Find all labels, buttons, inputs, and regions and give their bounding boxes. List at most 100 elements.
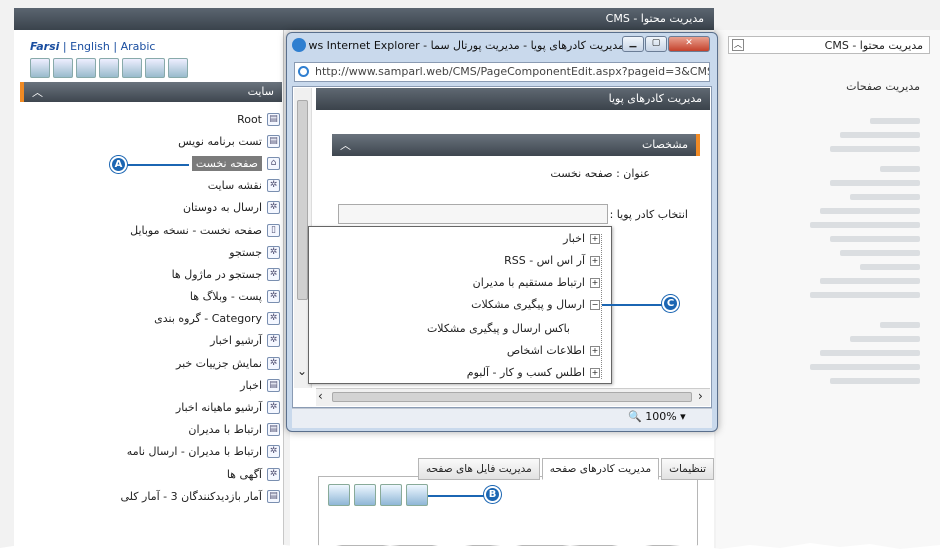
tree-item-label: پست - وبلاگ ها xyxy=(189,290,262,304)
maximize-icon[interactable]: ▢ xyxy=(645,36,667,52)
title-field: عنوان : صفحه نخست xyxy=(550,167,650,180)
dropdown-item-label: آر اس اس - RSS xyxy=(504,254,585,267)
zoom-level: 100% xyxy=(645,410,677,423)
properties-bar[interactable]: مشخصات ︿ xyxy=(332,134,700,156)
scroll-right-icon[interactable]: › xyxy=(698,389,703,403)
tree-item-label: Root xyxy=(237,112,262,126)
add-page-icon[interactable] xyxy=(168,58,188,78)
collapse-chevron-icon[interactable]: ︿ xyxy=(32,84,43,100)
tree-item-label: ارتباط با مدیران xyxy=(188,423,262,437)
tab-page-components[interactable]: مدیریت کادرهای صفحه xyxy=(541,458,660,480)
tree-item[interactable]: ارتباط با مدیران ▤ xyxy=(60,419,280,441)
dropdown-item[interactable]: + آر اس اس - RSS xyxy=(504,254,600,267)
dropdown-item[interactable]: − ارسال و پیگیری مشکلات xyxy=(471,298,600,311)
callout-a-line xyxy=(127,164,189,166)
collapse-node-icon[interactable]: − xyxy=(590,299,600,310)
add-component-icon[interactable] xyxy=(354,484,376,506)
callout-c: C xyxy=(662,295,679,312)
site-section-bar[interactable]: سایت ︿ xyxy=(20,82,282,102)
right-panel-header[interactable]: مدیریت محتوا - CMS ︿ xyxy=(728,36,930,54)
component-toolbar xyxy=(328,484,428,506)
tree-item-label: تست برنامه نویس xyxy=(178,134,262,148)
gear-icon: ✲ xyxy=(267,267,280,281)
tree-item-label: آمار بازدیدکنندگان 3 - آمار کلی xyxy=(120,489,262,503)
page-icon xyxy=(298,66,309,77)
tree-item[interactable]: اخبار ▤ xyxy=(60,374,280,396)
tree-item[interactable]: Root ▤ xyxy=(60,108,280,130)
tree-item[interactable]: نقشه سایت ✲ xyxy=(60,175,280,197)
tree-item[interactable]: گروه بندی - Category ✲ xyxy=(60,308,280,330)
tree-item-label: ارتباط با مدیران - ارسال نامه xyxy=(126,445,262,459)
collapse-icon[interactable]: ︿ xyxy=(732,39,744,51)
tree-item[interactable]: آرشیو اخبار ✲ xyxy=(60,330,280,352)
preview-component-icon[interactable] xyxy=(380,484,402,506)
tree-item-label: گروه بندی - Category xyxy=(154,312,262,326)
lang-english[interactable]: English xyxy=(70,40,110,53)
tree-item[interactable]: آمار بازدیدکنندگان 3 - آمار کلی ▤ xyxy=(60,485,280,507)
site-tree: Root ▤ تست برنامه نویس ▤ صفحه نخست ⌂ نقشه سایت… xyxy=(60,108,280,507)
edit-page-icon[interactable] xyxy=(53,58,73,78)
tab-page-files[interactable]: مدیریت فایل های صفحه xyxy=(418,458,540,480)
zoom-control[interactable]: 🔍 100% ▾ xyxy=(628,410,686,423)
refresh-icon[interactable] xyxy=(76,58,96,78)
lang-separator: | xyxy=(59,40,71,53)
address-bar[interactable]: http://www.samparl.web/CMS/PageComponent… xyxy=(294,62,710,82)
minimize-icon[interactable]: ▁ xyxy=(622,36,644,52)
page-settings-icon[interactable] xyxy=(145,58,165,78)
expand-node-icon[interactable]: + xyxy=(590,233,600,244)
dropdown-item[interactable]: باکس ارسال و پیگیری مشکلات xyxy=(427,322,570,335)
tree-item[interactable]: آگهی ها ✲ xyxy=(60,463,280,485)
dropdown-item[interactable]: + ارتباط مستقیم با مدیران xyxy=(473,276,600,289)
callout-c-line xyxy=(602,304,662,306)
page-icon: ▤ xyxy=(267,489,280,503)
close-icon[interactable]: ✕ xyxy=(668,36,710,52)
torn-edge xyxy=(0,543,940,554)
properties-title: مشخصات xyxy=(641,138,688,151)
scroll-down-icon[interactable]: ⌄ xyxy=(297,364,307,378)
dropdown-item[interactable]: + اطلاعات اشخاص xyxy=(507,344,600,357)
horizontal-scroll-thumb[interactable] xyxy=(332,392,692,402)
window-controls: ▁ ▢ ✕ xyxy=(622,36,710,52)
lang-arabic[interactable]: Arabic xyxy=(121,40,156,53)
tree-item[interactable]: ارتباط با مدیران - ارسال نامه ✲ xyxy=(60,441,280,463)
callout-b-line xyxy=(428,495,484,497)
dynamic-box-select[interactable] xyxy=(338,204,608,224)
expand-node-icon[interactable]: + xyxy=(590,367,600,378)
gear-icon: ✲ xyxy=(267,356,280,370)
expand-node-icon[interactable]: + xyxy=(590,277,600,288)
mobile-icon: ▯ xyxy=(267,223,280,237)
expand-node-icon[interactable]: + xyxy=(590,345,600,356)
dynamic-box-icon[interactable] xyxy=(406,484,428,506)
scroll-left-icon[interactable]: ‹ xyxy=(318,389,323,403)
dropdown-item-label: اطلس کسب و کار - آلبوم xyxy=(466,366,585,379)
gear-icon: ✲ xyxy=(267,179,280,193)
gear-icon: ✲ xyxy=(267,290,280,304)
tab-settings[interactable]: تنظیمات xyxy=(661,458,715,480)
cms-titlebar: مدیریت محتوا - CMS xyxy=(14,8,714,30)
tree-item[interactable]: آرشیو ماهیانه اخبار ✲ xyxy=(60,396,280,418)
tree-item[interactable]: ارسال به دوستان ✲ xyxy=(60,197,280,219)
lang-separator: | xyxy=(109,40,121,53)
new-page-icon[interactable] xyxy=(30,58,50,78)
dropdown-item-label: باکس ارسال و پیگیری مشکلات xyxy=(426,322,570,335)
tree-item[interactable]: نمایش جزییات خبر ✲ xyxy=(60,352,280,374)
tree-item[interactable]: صفحه نخست - نسخه موبایل ▯ xyxy=(60,219,280,241)
move-icon[interactable] xyxy=(99,58,119,78)
lang-farsi[interactable]: Farsi xyxy=(30,40,59,53)
expand-node-icon[interactable]: + xyxy=(590,255,600,266)
address-url: http://www.samparl.web/CMS/PageComponent… xyxy=(315,65,710,78)
dropdown-item[interactable]: + اطلس کسب و کار - آلبوم xyxy=(467,366,600,379)
tree-item[interactable]: جستجو ✲ xyxy=(60,241,280,263)
tree-item[interactable]: تست برنامه نویس ▤ xyxy=(60,130,280,152)
callout-a-badge: A xyxy=(110,156,127,173)
collapse-chevron-icon[interactable]: ︿ xyxy=(340,137,351,153)
popup-header: مدیریت کادرهای پویا xyxy=(608,92,702,105)
tree-item[interactable]: جستجو در ماژول ها ✲ xyxy=(60,263,280,285)
vertical-scroll-thumb[interactable] xyxy=(297,100,308,300)
copy-icon[interactable] xyxy=(122,58,142,78)
dropdown-item[interactable]: + اخبار xyxy=(563,232,600,245)
tree-item-label: آرشیو ماهیانه اخبار xyxy=(175,401,262,415)
refresh-icon[interactable] xyxy=(328,484,350,506)
site-section-title: سایت xyxy=(247,85,274,98)
tree-item[interactable]: پست - وبلاگ ها ✲ xyxy=(60,286,280,308)
